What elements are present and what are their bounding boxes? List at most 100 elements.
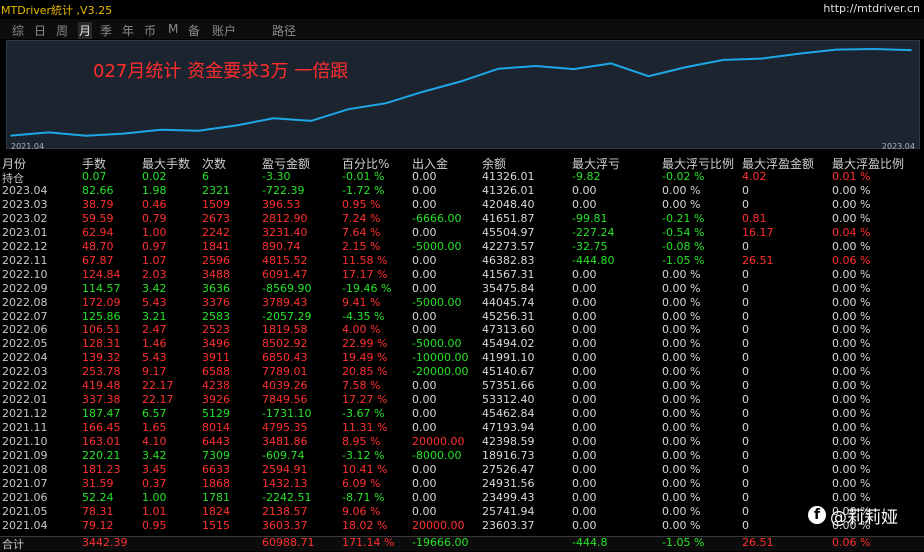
cell-7: 23499.43 [482, 490, 535, 504]
total-cell-6: -19666.00 [412, 536, 469, 549]
cell-7: 41326.01 [482, 183, 535, 197]
table-row[interactable]: 2022.04 139.32 5.43 3911 6850.43 19.49 % -1000… [0, 351, 924, 365]
table-row[interactable]: 2022.01 337.38 22.17 3926 7849.56 17.27 % 0.00… [0, 393, 924, 407]
tab-9[interactable]: 账户 [212, 22, 236, 39]
cell-3: 2242 [202, 225, 230, 239]
cell-6: 20000.00 [412, 435, 465, 449]
chart-annotation: 027月统计 资金要求3万 一倍跟 [93, 61, 349, 82]
cell-4: 3789.43 [262, 295, 308, 309]
table-row[interactable]: 2021.08 181.23 3.45 6633 2594.91 10.41 % 0.00 2… [0, 463, 924, 477]
cell-10: 26.51 [742, 253, 774, 267]
cell-8: 0.00 [572, 490, 597, 504]
cell-4: 2812.90 [262, 211, 308, 225]
table-row[interactable]: 2021.12 187.47 6.57 5129 -1731.10 -3.67 % 0.00… [0, 407, 924, 421]
cell-10: 0 [742, 309, 749, 323]
table-row[interactable]: 2023.02 59.59 0.79 2673 2812.90 7.24 % -6666.0… [0, 212, 924, 226]
cell-10: 0 [742, 407, 749, 421]
table-row[interactable]: 2021.11 166.45 1.65 8014 4795.35 11.31 % 0.00 4… [0, 421, 924, 435]
table-row[interactable]: 持仓 0.07 0.02 6 -3.30 -0.01 % 0.00 41326.01 -9.82… [0, 170, 924, 185]
table-row[interactable]: 2021.04 79.12 0.95 1515 3603.37 18.02 % 20000.… [0, 519, 924, 533]
cell-2: 1.46 [142, 337, 167, 351]
tab-7[interactable]: M [168, 22, 178, 36]
table-row[interactable]: 2022.08 172.09 5.43 3376 3789.43 9.41 % -5000.… [0, 296, 924, 310]
tab-2[interactable]: 周 [56, 22, 68, 39]
tab-0[interactable]: 综 [12, 22, 24, 39]
cell-7: 45462.84 [482, 407, 535, 421]
cell-1: 0.07 [82, 170, 107, 183]
table-row[interactable]: 2022.06 106.51 2.47 2523 1819.58 4.00 % 0.00 47… [0, 323, 924, 337]
cell-8: 0.00 [572, 323, 597, 337]
cell-3: 8014 [202, 421, 230, 435]
cell-8: 0.00 [572, 449, 597, 462]
table-row[interactable]: 2021.07 31.59 0.37 1868 1432.13 6.09 % 0.00 249… [0, 477, 924, 491]
tab-6[interactable]: 币 [144, 22, 156, 39]
cell-7: 25741.94 [482, 504, 535, 518]
cell-5: 9.41 % [342, 295, 381, 309]
cell-4: 1819.58 [262, 323, 308, 337]
cell-8: 0.00 [572, 183, 597, 197]
cell-11: 0.00 % [832, 365, 871, 379]
website-link[interactable]: http://mtdriver.cn [823, 2, 920, 15]
cell-0: 2022.01 [2, 393, 48, 407]
cell-9: 0.00 % [662, 323, 701, 337]
table-row[interactable]: 2022.09 114.57 3.42 3636 -8569.90 -19.46 % 0.0… [0, 282, 924, 296]
cell-4: 4039.26 [262, 379, 308, 393]
cell-0: 2021.11 [2, 421, 48, 435]
cell-3: 1841 [202, 239, 230, 253]
table-row[interactable]: 2023.04 82.66 1.98 2321 -722.39 -1.72 % 0.00 41… [0, 184, 924, 198]
equity-point [647, 75, 650, 77]
table-row[interactable]: 2022.11 67.87 1.07 2596 4815.52 11.58 % 0.00 46… [0, 254, 924, 268]
table-row[interactable]: 2022.10 124.84 2.03 3488 6091.47 17.17 % 0.00 4… [0, 268, 924, 282]
cell-5: 2.15 % [342, 239, 381, 253]
equity-point [10, 134, 12, 137]
tab-8[interactable]: 备 [188, 22, 200, 39]
table-row[interactable]: 2022.12 48.70 0.97 1841 890.74 2.15 % -5000.00… [0, 240, 924, 254]
cell-3: 3926 [202, 393, 230, 407]
table-row[interactable]: 2022.07 125.86 3.21 2583 -2057.29 -4.35 % 0.00… [0, 310, 924, 324]
table-row[interactable]: 2021.09 220.21 3.42 7309 -609.74 -3.12 % -8000… [0, 449, 924, 463]
cell-1: 139.32 [82, 351, 121, 365]
cell-7: 45504.97 [482, 225, 535, 239]
equity-point [535, 65, 537, 67]
table-row[interactable]: 2023.03 38.79 0.46 1509 396.53 0.95 % 0.00 4204… [0, 198, 924, 212]
cell-1: 31.59 [82, 476, 114, 490]
equity-point [347, 108, 350, 111]
cell-10: 0 [742, 476, 749, 490]
cell-4: 7849.56 [262, 393, 308, 407]
table-row[interactable]: 2022.05 128.31 1.46 3496 8502.92 22.99 % -5000… [0, 337, 924, 351]
tab-3[interactable]: 月 [78, 22, 93, 39]
cell-11: 0.00 % [832, 435, 871, 449]
cell-3: 6443 [202, 435, 230, 449]
cell-7: 45494.02 [482, 337, 535, 351]
cell-8: 0.00 [572, 462, 597, 476]
table-row[interactable]: 2021.10 163.01 4.10 6443 3481.86 8.95 % 20000.… [0, 435, 924, 449]
cell-0: 2021.09 [2, 449, 48, 462]
tab-1[interactable]: 日 [34, 22, 46, 39]
cell-7: 44045.74 [482, 295, 535, 309]
cell-10: 0 [742, 239, 749, 253]
cell-3: 1868 [202, 476, 230, 490]
table-row[interactable]: 2021.05 78.31 1.01 1824 2138.57 9.06 % 0.00 257… [0, 505, 924, 519]
tab-5[interactable]: 年 [122, 22, 134, 39]
cell-8: -444.80 [572, 253, 615, 267]
table-row[interactable]: 2023.01 62.94 1.00 2242 3231.40 7.64 % 0.00 455… [0, 226, 924, 240]
cell-2: 1.00 [142, 225, 167, 239]
cell-11: 0.00 % [832, 183, 871, 197]
cell-2: 22.17 [142, 393, 174, 407]
cell-9: -0.54 % [662, 225, 705, 239]
table-row[interactable]: 2022.02 419.48 22.17 4238 4039.26 7.58 % 0.00 5… [0, 379, 924, 393]
table-row[interactable]: 2021.06 52.24 1.00 1781 -2242.51 -8.71 % 0.00 2… [0, 491, 924, 505]
cell-3: 2523 [202, 323, 230, 337]
table-row[interactable]: 2022.03 253.78 9.17 6588 7789.01 20.85 % -2000… [0, 365, 924, 379]
cell-6: 0.00 [412, 379, 437, 393]
cell-10: 0 [742, 295, 749, 309]
cell-2: 0.97 [142, 239, 167, 253]
tab-4[interactable]: 季 [100, 22, 112, 39]
tab-10[interactable]: 路径 [272, 22, 296, 39]
cell-11: 0.00 % [832, 393, 871, 407]
total-cell-8: -444.8 [572, 536, 608, 549]
cell-0: 2021.07 [2, 476, 48, 490]
cell-3: 6588 [202, 365, 230, 379]
cell-4: -2057.29 [262, 309, 312, 323]
cell-2: 3.42 [142, 281, 167, 295]
